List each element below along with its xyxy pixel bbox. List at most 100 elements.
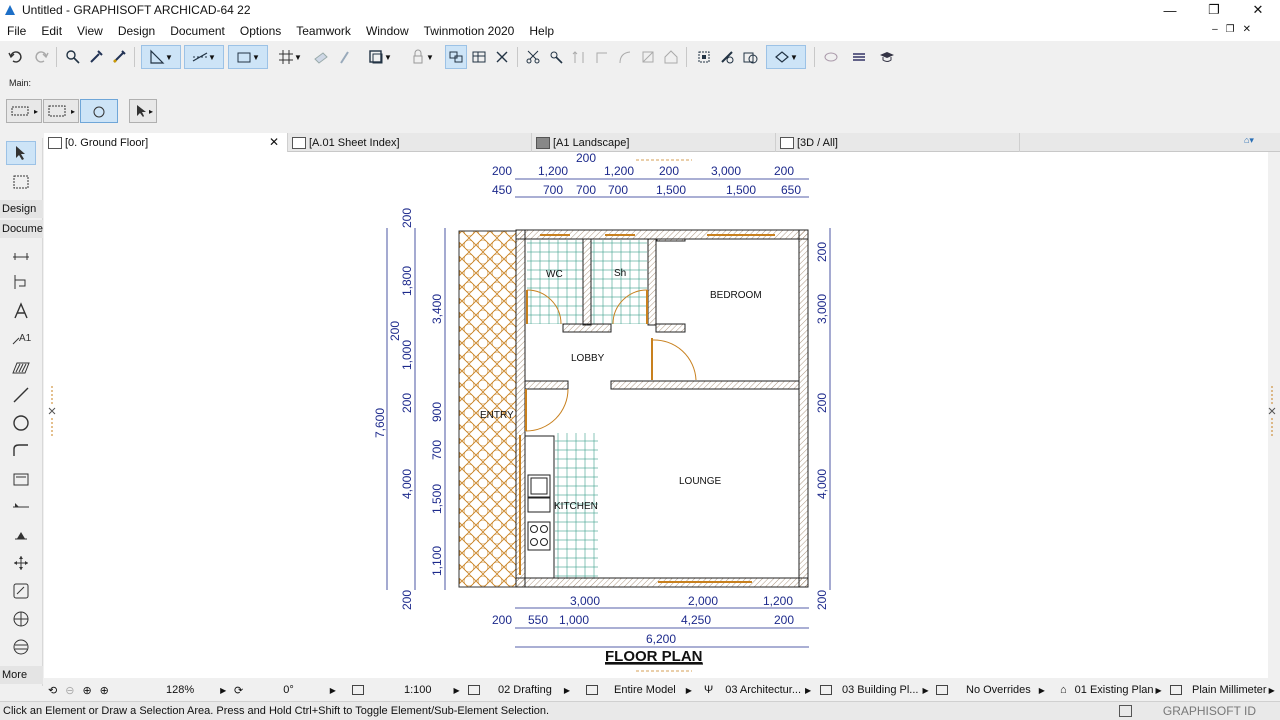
zoom-dropdown[interactable]: 128% ▶ — [166, 680, 226, 700]
tab-close-icon[interactable]: ✕ — [269, 135, 279, 149]
marquee-tool[interactable] — [6, 170, 36, 194]
label-tool[interactable]: A1 — [6, 327, 36, 351]
tab-a1-landscape[interactable]: [A1 Landscape] — [532, 133, 776, 152]
menu-view[interactable]: View — [77, 24, 103, 38]
line-tool[interactable] — [6, 383, 36, 407]
minimize-button[interactable]: — — [1148, 0, 1192, 20]
tab-overflow-icon[interactable]: ⌂▾ — [1244, 135, 1274, 150]
orientation-dropdown[interactable]: ⟳ 0° ▶ — [234, 680, 336, 700]
layer-lines-icon[interactable] — [848, 45, 870, 69]
grid-snap-button[interactable]: ▼ — [141, 45, 181, 69]
tab-3d-all[interactable]: [3D / All] — [776, 133, 1020, 152]
shower-tile-fill[interactable] — [591, 240, 647, 324]
redo-icon[interactable] — [30, 45, 52, 69]
eyedropper-icon[interactable] — [85, 45, 107, 69]
graduation-cap-icon[interactable] — [876, 45, 898, 69]
magic-wand-icon[interactable] — [545, 45, 567, 69]
roof-icon[interactable] — [660, 45, 682, 69]
menu-help[interactable]: Help — [529, 24, 554, 38]
menu-twinmotion[interactable]: Twinmotion 2020 — [424, 24, 515, 38]
change-tool[interactable] — [6, 635, 36, 659]
grid-icon[interactable]: ▼ — [272, 45, 308, 69]
drawing-tool[interactable] — [6, 467, 36, 491]
zoom-in-icon[interactable]: ⊕ — [82, 684, 91, 697]
zoom-previous-icon[interactable]: ⊖ — [65, 684, 74, 697]
menu-window[interactable]: Window — [366, 24, 409, 38]
pencil-disabled-icon[interactable] — [333, 45, 355, 69]
dim-top-2a: 450 — [492, 183, 512, 197]
document-palette-label[interactable]: Docume — [0, 220, 43, 238]
mvo-dropdown[interactable]: 03 Building Pl... ▶ — [820, 680, 929, 700]
pen-set-dropdown[interactable]: Ψ 03 Architectur... ▶ — [704, 680, 811, 700]
paving-area[interactable] — [458, 230, 517, 588]
rotate-back-icon[interactable]: ⟲ — [48, 684, 57, 697]
close-button[interactable]: ✕ — [1236, 0, 1280, 20]
elevate-icon[interactable] — [568, 45, 590, 69]
dim-top-1d: 200 — [659, 164, 679, 178]
tab-ground-floor[interactable]: [0. Ground Floor] ✕ — [44, 133, 288, 152]
polyline-tool[interactable] — [6, 439, 36, 463]
renovation-filter-dropdown[interactable]: ⌂ 01 Existing Plan ▶ — [1060, 680, 1162, 700]
suspend-groups-icon[interactable] — [445, 45, 467, 69]
menu-edit[interactable]: Edit — [41, 24, 62, 38]
fillet-icon[interactable] — [614, 45, 636, 69]
cross-marker-icon[interactable] — [491, 45, 513, 69]
offset-icon[interactable] — [591, 45, 613, 69]
view-settings-button[interactable]: ▼ — [766, 45, 806, 69]
wc-tile-fill[interactable] — [527, 240, 583, 324]
marquee-button[interactable]: ▸ — [43, 99, 80, 123]
text-tool[interactable] — [6, 299, 36, 323]
graphisoft-id-link[interactable]: GRAPHISOFT ID — [1163, 704, 1256, 718]
interior-elevation-tool[interactable] — [6, 551, 36, 575]
right-panel-collapse-handle[interactable] — [1267, 386, 1277, 436]
detail-tool[interactable] — [6, 607, 36, 631]
layout-grid-button[interactable]: ▼ — [228, 45, 268, 69]
dimension-standard-dropdown[interactable]: Plain Millimeter ▶ — [1170, 680, 1275, 700]
layers-icon[interactable] — [739, 45, 761, 69]
snap-guides-button[interactable]: ▼ — [184, 45, 224, 69]
menu-options[interactable]: Options — [240, 24, 281, 38]
trace-icon[interactable] — [310, 45, 332, 69]
window-layout-icon[interactable] — [1119, 705, 1132, 717]
menu-teamwork[interactable]: Teamwork — [296, 24, 351, 38]
view-3d-icon[interactable]: ▼ — [362, 45, 398, 69]
document-window-controls[interactable]: ‒❐✕ — [1212, 24, 1259, 35]
find-select-icon[interactable] — [62, 45, 84, 69]
left-panel-collapse-handle[interactable] — [47, 386, 57, 436]
menu-file[interactable]: File — [7, 24, 26, 38]
model-view-dropdown[interactable]: Entire Model ▶ — [586, 680, 692, 700]
show-hide-icon[interactable] — [820, 45, 842, 69]
selection-method-button[interactable]: ▸ — [6, 99, 43, 123]
menu-document[interactable]: Document — [170, 24, 225, 38]
more-palette-label[interactable]: More — [0, 666, 43, 684]
table-icon[interactable] — [468, 45, 490, 69]
syringe-icon[interactable] — [108, 45, 130, 69]
floor-plan-canvas[interactable]: WC Sh BEDROOM LOBBY ENTRY KITCHEN LOUNGE — [44, 151, 1268, 678]
floor-plan-drawing[interactable]: WC Sh BEDROOM LOBBY ENTRY KITCHEN LOUNGE — [44, 151, 1268, 678]
tab-sheet-index[interactable]: [A.01 Sheet Index] — [288, 133, 532, 152]
pen-edit-icon[interactable] — [716, 45, 738, 69]
level-dimension-tool[interactable] — [6, 270, 36, 294]
menu-design[interactable]: Design — [118, 24, 155, 38]
scale-dropdown[interactable]: 1:100 ▶ — [352, 680, 460, 700]
scissors-icon[interactable] — [522, 45, 544, 69]
group-icon[interactable] — [693, 45, 715, 69]
circle-tool[interactable] — [6, 411, 36, 435]
design-palette-label[interactable]: Design — [0, 200, 43, 218]
lock-icon[interactable]: ▼ — [404, 45, 440, 69]
maximize-button[interactable]: ❐ — [1192, 0, 1236, 20]
arrow-tool[interactable] — [6, 141, 36, 165]
fit-in-window-icon[interactable]: ⊕ — [100, 684, 109, 697]
dimension-tool[interactable] — [6, 243, 36, 267]
split-icon[interactable] — [637, 45, 659, 69]
elevation-tool[interactable] — [6, 523, 36, 547]
overrides-icon — [936, 685, 948, 695]
undo-icon[interactable] — [5, 45, 27, 69]
worksheet-tool[interactable] — [6, 579, 36, 603]
rotate-marquee-button[interactable] — [80, 99, 119, 123]
arrow-mode-button[interactable]: ▸ — [129, 99, 158, 123]
section-tool[interactable] — [6, 495, 36, 519]
layer-combination-dropdown[interactable]: 02 Drafting ▶ — [468, 680, 570, 700]
graphic-overrides-dropdown[interactable]: No Overrides ▶ — [936, 680, 1045, 700]
fill-tool[interactable] — [6, 355, 36, 379]
